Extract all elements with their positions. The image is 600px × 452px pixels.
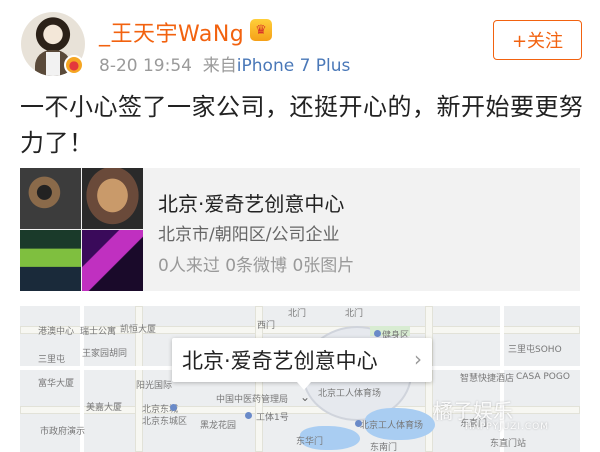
map-label: 智慧快捷酒店 xyxy=(460,374,515,384)
place-thumbnail xyxy=(20,230,81,291)
map-poi-icon xyxy=(245,412,252,419)
map-label: 瑞士公寓 xyxy=(80,327,117,337)
place-title: 北京·爱奇艺创意中心 xyxy=(158,192,345,216)
map-label: 中国中医药管理局 xyxy=(216,395,289,405)
map-label: 阳光国际 xyxy=(136,381,173,391)
map-callout[interactable]: 北京·爱奇艺创意中心 › xyxy=(172,338,432,382)
map-label: 市政府演示 xyxy=(40,427,86,437)
post-meta: 8-20 19:54 来自iPhone 7 Plus xyxy=(99,51,350,76)
map-label: 北门 xyxy=(345,309,364,319)
follow-button[interactable]: +关注 xyxy=(493,20,582,60)
place-thumbnail xyxy=(20,168,81,229)
map-label: 富华大厦 xyxy=(38,379,75,389)
crown-badge-icon[interactable]: ♛ xyxy=(250,19,272,41)
map-label: 北门 xyxy=(288,309,307,319)
place-thumbnails xyxy=(20,168,143,291)
place-stats: 0人来过 0条微博 0张图片 xyxy=(158,256,355,276)
place-thumbnail xyxy=(82,168,143,229)
map-callout-label: 北京·爱奇艺创意中心 xyxy=(182,349,378,373)
avatar-shirt xyxy=(46,52,60,76)
place-category: 北京市/朝阳区/公司企业 xyxy=(158,225,340,245)
map-poi-icon xyxy=(170,404,177,411)
map-label: 港澳中心 xyxy=(38,327,75,337)
map-label: 三里屯SOHO xyxy=(508,345,562,355)
place-card[interactable]: 北京·爱奇艺创意中心 北京市/朝阳区/公司企业 0人来过 0条微博 0张图片 xyxy=(20,168,580,291)
post-header: _王天宇WaNg ♛ 8-20 19:54 来自iPhone 7 Plus +关… xyxy=(0,0,600,90)
map-label: 工体1号 xyxy=(256,413,289,423)
post-source-prefix: 来自 xyxy=(202,56,237,76)
post-date: 8-20 19:54 xyxy=(99,56,192,76)
map-label: CASA POGO xyxy=(516,372,570,382)
map-label: 北京工人体育场 xyxy=(360,421,424,431)
map-label: 北京东城区 xyxy=(142,417,188,427)
map-label: 东南门 xyxy=(370,443,398,452)
map-label: 美嘉大厦 xyxy=(86,403,123,413)
map-label: 东直门站 xyxy=(490,439,527,449)
map-label: 北京工人体育场 xyxy=(318,389,382,399)
map-callout-pointer xyxy=(297,382,311,390)
map-label: 西门 xyxy=(257,321,276,331)
chevron-right-icon: › xyxy=(414,347,422,371)
place-thumbnail xyxy=(82,230,143,291)
username[interactable]: _王天宇WaNg xyxy=(99,16,244,48)
map-label: 东华门 xyxy=(296,437,324,447)
watermark-url: HAPPYJUZI.COM xyxy=(465,422,549,432)
verified-badge-icon xyxy=(64,55,84,75)
watermark-logo: 橘子娱乐 xyxy=(433,399,513,423)
post-text: 一不小心签了一家公司，还挺开心的，新开始要更努力了！ xyxy=(20,93,584,157)
map-label: 凯恒大厦 xyxy=(120,325,157,335)
post-device[interactable]: iPhone 7 Plus xyxy=(237,56,351,76)
map-poi-icon xyxy=(374,330,381,337)
map-poi-icon xyxy=(355,420,362,427)
map-label: 三里屯 xyxy=(38,355,66,365)
location-pin-icon: ⌄ xyxy=(300,390,311,404)
map-label: 黑龙花园 xyxy=(200,421,237,431)
map-label: 王家园胡同 xyxy=(82,349,128,359)
